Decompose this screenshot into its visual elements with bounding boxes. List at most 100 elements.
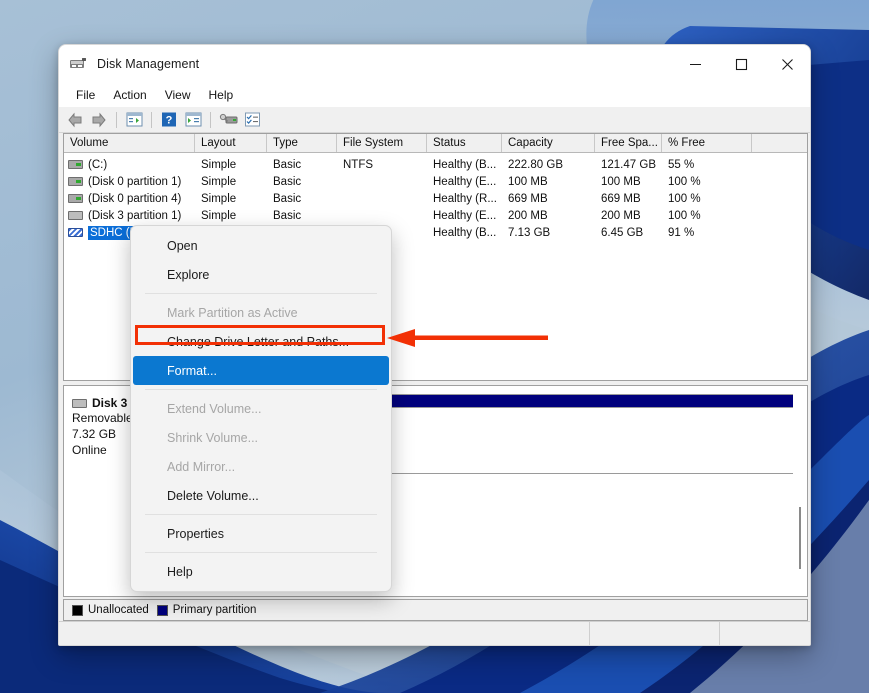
context-menu-item-extend-volume: Extend Volume... xyxy=(131,394,391,423)
help-icon[interactable]: ? xyxy=(158,109,180,131)
context-menu-separator xyxy=(145,514,377,515)
cell-free-space: 200 MB xyxy=(595,210,662,222)
toolbar-separator xyxy=(151,112,152,128)
graph-pane-scrollbar-thumb[interactable] xyxy=(799,507,801,569)
legend-bar: Unallocated Primary partition xyxy=(63,599,808,621)
cell-type: Basic xyxy=(267,193,337,205)
table-row[interactable]: (Disk 3 partition 1) Simple Basic Health… xyxy=(64,207,807,224)
context-menu-item-change-drive-letter-and-paths[interactable]: Change Drive Letter and Paths... xyxy=(131,327,391,356)
menu-item-help[interactable]: Help xyxy=(200,86,243,104)
show-hide-console-tree-icon[interactable] xyxy=(123,109,145,131)
hard-drive-icon xyxy=(68,177,83,186)
column-header-file-system[interactable]: File System xyxy=(337,134,427,152)
toolbar: ? xyxy=(59,107,810,133)
cell-free-space: 121.47 GB xyxy=(595,159,662,171)
cell-capacity: 7.13 GB xyxy=(502,227,595,239)
menu-bar: File Action View Help xyxy=(59,83,810,107)
column-header-filler xyxy=(752,134,807,152)
context-menu-item-properties[interactable]: Properties xyxy=(131,519,391,548)
context-menu-separator xyxy=(145,293,377,294)
cell-percent-free: 100 % xyxy=(662,193,752,205)
menu-item-file[interactable]: File xyxy=(67,86,104,104)
cell-capacity: 100 MB xyxy=(502,176,595,188)
status-bar xyxy=(59,621,810,645)
annotation-arrow-icon xyxy=(385,327,550,349)
cell-status: Healthy (B... xyxy=(427,227,502,239)
column-header-capacity[interactable]: Capacity xyxy=(502,134,595,152)
context-menu-item-explore[interactable]: Explore xyxy=(131,260,391,289)
column-header-volume[interactable]: Volume xyxy=(64,134,195,152)
window-caption-buttons xyxy=(672,45,810,83)
column-header-free-space[interactable]: Free Spa... xyxy=(595,134,662,152)
legend-label-unallocated: Unallocated xyxy=(88,604,149,616)
cell-capacity: 669 MB xyxy=(502,193,595,205)
disk-name: Disk 3 xyxy=(92,396,127,410)
maximize-icon[interactable] xyxy=(718,45,764,83)
column-header-percent-free[interactable]: % Free xyxy=(662,134,752,152)
cell-free-space: 669 MB xyxy=(595,193,662,205)
cell-status: Healthy (E... xyxy=(427,176,502,188)
removable-drive-icon xyxy=(68,211,83,220)
cell-percent-free: 100 % xyxy=(662,176,752,188)
legend-item-unallocated: Unallocated xyxy=(72,604,149,616)
cell-type: Basic xyxy=(267,176,337,188)
table-row[interactable]: (Disk 0 partition 1) Simple Basic Health… xyxy=(64,173,807,190)
legend-swatch-unallocated xyxy=(72,605,83,616)
context-menu: Open Explore Mark Partition as Active Ch… xyxy=(130,225,392,592)
context-menu-item-mark-partition-as-active: Mark Partition as Active xyxy=(131,298,391,327)
menu-item-view[interactable]: View xyxy=(156,86,200,104)
back-arrow-icon[interactable] xyxy=(64,109,86,131)
cell-status: Healthy (E... xyxy=(427,210,502,222)
hard-drive-icon xyxy=(68,194,83,203)
toolbar-separator xyxy=(116,112,117,128)
cell-type: Basic xyxy=(267,210,337,222)
svg-text:?: ? xyxy=(166,115,173,127)
context-menu-item-add-mirror: Add Mirror... xyxy=(131,452,391,481)
cell-volume: (C:) xyxy=(88,159,107,171)
cell-layout: Simple xyxy=(195,159,267,171)
action-pane-icon[interactable] xyxy=(182,109,204,131)
forward-arrow-icon[interactable] xyxy=(88,109,110,131)
menu-item-action[interactable]: Action xyxy=(104,86,155,104)
volume-list-header: Volume Layout Type File System Status Ca… xyxy=(64,134,807,153)
cell-capacity: 200 MB xyxy=(502,210,595,222)
legend-item-primary-partition: Primary partition xyxy=(157,604,257,616)
disk-drive-icon xyxy=(69,55,87,73)
context-menu-item-format[interactable]: Format... xyxy=(133,356,389,385)
cell-percent-free: 55 % xyxy=(662,159,752,171)
cell-percent-free: 100 % xyxy=(662,210,752,222)
cell-percent-free: 91 % xyxy=(662,227,752,239)
table-row[interactable]: (C:) Simple Basic NTFS Healthy (B... 222… xyxy=(64,156,807,173)
window-title: Disk Management xyxy=(97,57,199,71)
close-icon[interactable] xyxy=(764,45,810,83)
minimize-icon[interactable] xyxy=(672,45,718,83)
hard-drive-icon xyxy=(68,160,83,169)
properties-list-icon[interactable] xyxy=(241,109,263,131)
context-menu-item-open[interactable]: Open xyxy=(131,231,391,260)
column-header-status[interactable]: Status xyxy=(427,134,502,152)
cell-layout: Simple xyxy=(195,193,267,205)
context-menu-item-delete-volume[interactable]: Delete Volume... xyxy=(131,481,391,510)
rescan-disks-icon[interactable] xyxy=(217,109,239,131)
graph-pane-scrollbar[interactable] xyxy=(793,387,806,597)
column-header-type[interactable]: Type xyxy=(267,134,337,152)
cell-capacity: 222.80 GB xyxy=(502,159,595,171)
context-menu-item-help[interactable]: Help xyxy=(131,557,391,586)
cell-volume: (Disk 3 partition 1) xyxy=(88,210,181,222)
status-bar-section-main xyxy=(59,622,590,645)
legend-swatch-primary-partition xyxy=(157,605,168,616)
table-row[interactable]: (Disk 0 partition 4) Simple Basic Health… xyxy=(64,190,807,207)
cell-file-system: NTFS xyxy=(337,159,427,171)
cell-layout: Simple xyxy=(195,210,267,222)
sd-card-icon xyxy=(68,228,83,237)
status-bar-section-3 xyxy=(720,622,810,645)
cell-volume: (Disk 0 partition 4) xyxy=(88,193,181,205)
cell-status: Healthy (R... xyxy=(427,193,502,205)
cell-free-space: 6.45 GB xyxy=(595,227,662,239)
legend-label-primary-partition: Primary partition xyxy=(173,604,257,616)
cell-type: Basic xyxy=(267,159,337,171)
removable-disk-icon xyxy=(72,399,87,408)
context-menu-separator xyxy=(145,552,377,553)
column-header-layout[interactable]: Layout xyxy=(195,134,267,152)
cell-volume: (Disk 0 partition 1) xyxy=(88,176,181,188)
